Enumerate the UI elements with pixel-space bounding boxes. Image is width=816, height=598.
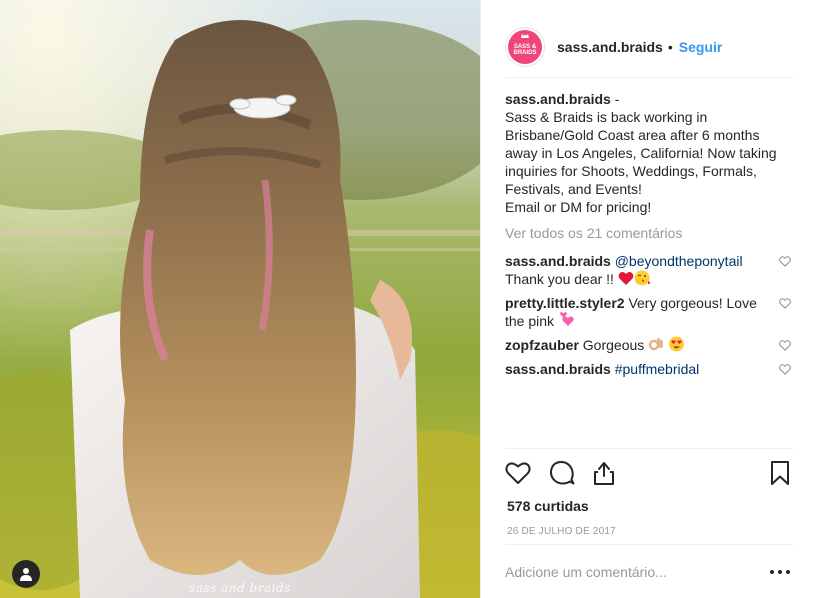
divider xyxy=(505,448,793,449)
person-icon xyxy=(20,568,32,581)
comment-item: sass.and.braids @beyondtheponytail Thank… xyxy=(505,252,793,288)
share-icon[interactable] xyxy=(591,460,617,486)
tagged-user-button[interactable] xyxy=(12,560,40,588)
comment-username[interactable]: zopfzauber xyxy=(505,337,579,353)
like-icon[interactable] xyxy=(505,460,531,486)
comment-mention[interactable]: @beyondtheponytail xyxy=(615,253,743,269)
like-comment-icon[interactable] xyxy=(779,340,791,351)
red-heart-icon xyxy=(618,271,634,285)
more-options-icon[interactable] xyxy=(769,564,791,580)
post-photo[interactable]: sass and braids xyxy=(0,0,480,598)
comments-section: sass.and.braids - Sass & Braids is back … xyxy=(505,90,793,384)
comment-item: sass.and.braids #puffmebridal xyxy=(505,360,793,378)
avatar[interactable]: SASS & BRAIDS xyxy=(505,27,545,67)
caption-suffix: - xyxy=(610,91,620,107)
view-all-comments-link[interactable]: Ver todos os 21 comentários xyxy=(505,224,793,242)
comment-item: zopfzauber Gorgeous xyxy=(505,336,793,354)
photo-watermark: sass and braids xyxy=(189,581,291,595)
add-comment-input[interactable] xyxy=(505,558,755,586)
heart-eyes-icon xyxy=(669,336,685,352)
follow-button[interactable]: Seguir xyxy=(679,39,723,55)
ok-hand-icon xyxy=(648,338,664,351)
like-comment-icon[interactable] xyxy=(779,298,791,309)
post-side-panel: SASS & BRAIDS sass.and.braids • Seguir s… xyxy=(480,0,816,598)
comment-username[interactable]: sass.and.braids xyxy=(505,361,611,377)
bookmark-icon[interactable] xyxy=(767,460,793,486)
logo-text-line-2: BRAIDS xyxy=(513,49,537,56)
caption-text: Sass & Braids is back working in Brisban… xyxy=(505,109,777,197)
comment-item: pretty.little.styler2 Very gorgeous! Lov… xyxy=(505,294,793,330)
post-image xyxy=(0,0,480,598)
divider xyxy=(505,77,793,78)
post-header: SASS & BRAIDS sass.and.braids • Seguir xyxy=(505,18,793,76)
brand-logo: SASS & BRAIDS xyxy=(508,30,542,64)
likes-count[interactable]: 578 curtidas xyxy=(507,498,589,514)
divider xyxy=(505,544,793,545)
header-username[interactable]: sass.and.braids xyxy=(557,39,663,55)
like-comment-icon[interactable] xyxy=(779,256,791,267)
comment-text: Thank you dear !! xyxy=(505,271,618,287)
caption: sass.and.braids - Sass & Braids is back … xyxy=(505,90,793,216)
comment-username[interactable]: sass.and.braids xyxy=(505,253,611,269)
comment-hashtag[interactable]: #puffmebridal xyxy=(615,361,700,377)
kiss-face-icon xyxy=(634,270,651,286)
two-hearts-icon xyxy=(559,312,574,326)
crown-icon xyxy=(521,34,529,38)
action-bar xyxy=(505,458,793,488)
comment-username[interactable]: pretty.little.styler2 xyxy=(505,295,625,311)
like-comment-icon[interactable] xyxy=(779,364,791,375)
comment-icon[interactable] xyxy=(549,460,575,486)
comment-text: Gorgeous xyxy=(578,337,649,353)
header-separator: • xyxy=(667,39,673,55)
post-date[interactable]: 26 DE JULHO DE 2017 xyxy=(507,526,616,537)
caption-text-2: Email or DM for pricing! xyxy=(505,199,652,215)
caption-username[interactable]: sass.and.braids xyxy=(505,91,611,107)
